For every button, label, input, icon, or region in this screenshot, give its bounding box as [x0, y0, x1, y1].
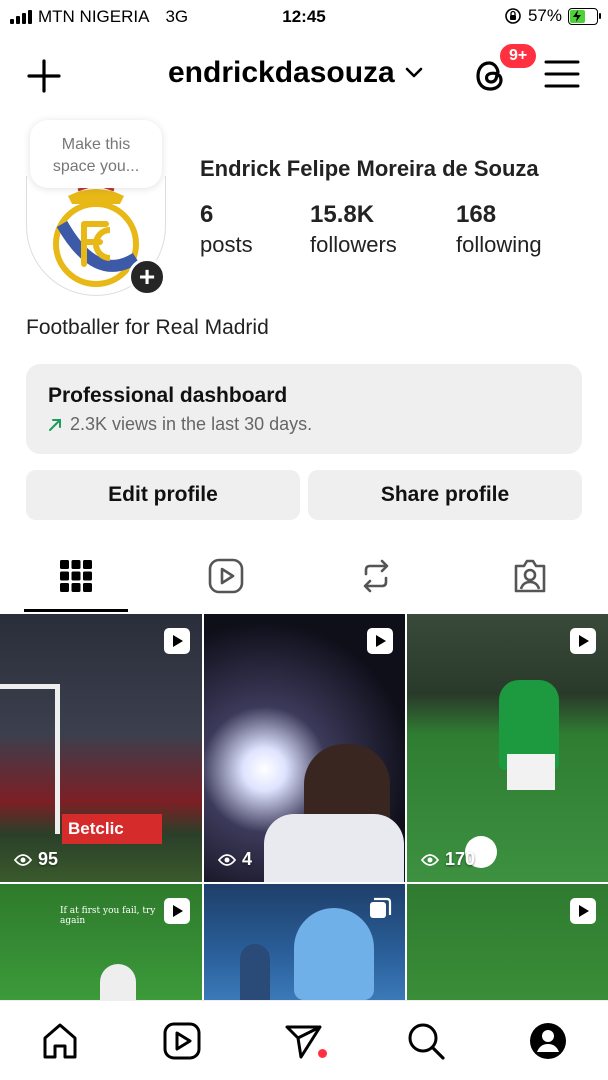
post-views: 170	[421, 849, 475, 870]
post-views: 95	[14, 849, 58, 870]
views-icon	[218, 853, 236, 866]
stat-following-value: 168	[456, 201, 497, 228]
note-bubble[interactable]: Make this space you...	[30, 120, 162, 188]
stat-followers-label: followers	[310, 232, 397, 257]
ad-board-graphic: Betclic	[62, 814, 162, 844]
status-bar: MTN NIGERIA 3G 12:45 57%	[0, 0, 608, 36]
reel-icon	[367, 628, 393, 654]
teddy-bear-graphic	[294, 908, 374, 1000]
notification-badge: 9+	[498, 42, 539, 70]
chevron-down-icon	[405, 67, 423, 78]
post-tile[interactable]	[407, 884, 608, 1000]
note-placeholder: Make this space you...	[52, 136, 140, 175]
home-icon[interactable]	[40, 1021, 80, 1061]
username: endrickdasouza	[168, 56, 395, 89]
posts-grid: Betclic 95 4 170 If at first you fail, t…	[0, 614, 608, 1000]
stat-posts-label: posts	[200, 232, 253, 257]
dashboard-title: Professional dashboard	[48, 384, 288, 407]
edit-profile-button[interactable]: Edit profile	[26, 470, 300, 520]
stat-posts[interactable]: 6 posts	[200, 200, 253, 260]
player-shorts	[507, 754, 555, 790]
add-story-button[interactable]: +	[128, 258, 166, 296]
profile-icon[interactable]	[528, 1021, 568, 1061]
stat-following[interactable]: 168 following	[456, 200, 542, 260]
dashboard-subtitle-row: 2.3K views in the last 30 days.	[48, 414, 560, 435]
profile-avatar[interactable]: +	[26, 176, 166, 296]
reposts-icon[interactable]	[356, 556, 396, 596]
stat-followers-value: 15.8K	[310, 201, 375, 228]
content-tabs	[0, 548, 608, 612]
full-name: Endrick Felipe Moreira de Souza	[200, 156, 539, 181]
bottom-nav	[0, 1000, 608, 1080]
status-right: 57%	[504, 6, 601, 26]
reel-icon	[164, 898, 190, 924]
trend-up-icon	[49, 418, 61, 431]
charging-icon	[573, 10, 582, 22]
account-switcher[interactable]: endrickdasouza	[168, 56, 423, 90]
player-shirt	[264, 814, 404, 882]
goal-post-graphic	[0, 684, 60, 834]
post-tile[interactable]: If at first you fail, try again	[0, 884, 202, 1000]
plus-icon[interactable]	[24, 56, 64, 96]
grid-icon[interactable]	[56, 556, 96, 596]
stat-posts-value: 6	[200, 201, 214, 228]
person-figure	[240, 944, 270, 1000]
stat-following-label: following	[456, 232, 542, 257]
bio: Footballer for Real Madrid	[26, 316, 269, 339]
search-icon[interactable]	[406, 1021, 446, 1061]
post-overlay-text: If at first you fail, try again	[60, 906, 156, 926]
post-tile[interactable]: Betclic 95	[0, 614, 202, 882]
post-tile[interactable]: 4	[204, 614, 405, 882]
post-views-count: 170	[445, 849, 476, 869]
reel-icon	[570, 898, 596, 924]
unread-dot	[318, 1049, 327, 1058]
professional-dashboard[interactable]: Professional dashboard 2.3K views in the…	[26, 364, 582, 454]
post-views: 4	[218, 849, 252, 870]
views-icon	[421, 853, 439, 866]
reel-icon	[570, 628, 596, 654]
carousel-icon	[370, 897, 392, 918]
post-views-count: 4	[242, 849, 253, 869]
battery-percent: 57%	[527, 6, 562, 25]
share-profile-button[interactable]: Share profile	[308, 470, 582, 520]
reels-icon[interactable]	[206, 556, 246, 596]
tagged-icon[interactable]	[510, 556, 550, 596]
active-tab-indicator	[24, 609, 128, 612]
player-figure	[100, 964, 136, 1000]
orientation-lock-icon	[505, 8, 521, 24]
post-views-count: 95	[38, 849, 59, 869]
views-icon	[14, 853, 32, 866]
stat-followers[interactable]: 15.8K followers	[310, 200, 397, 260]
profile-header: endrickdasouza 9+	[0, 42, 608, 102]
post-tile[interactable]	[204, 884, 405, 1000]
reel-icon	[164, 628, 190, 654]
post-tile[interactable]: 170	[407, 614, 608, 882]
battery-icon	[568, 7, 601, 25]
battery-fill	[570, 9, 585, 23]
reels-nav-icon[interactable]	[162, 1021, 202, 1061]
menu-icon[interactable]	[544, 58, 580, 90]
dashboard-subtitle: 2.3K views in the last 30 days.	[70, 414, 313, 434]
